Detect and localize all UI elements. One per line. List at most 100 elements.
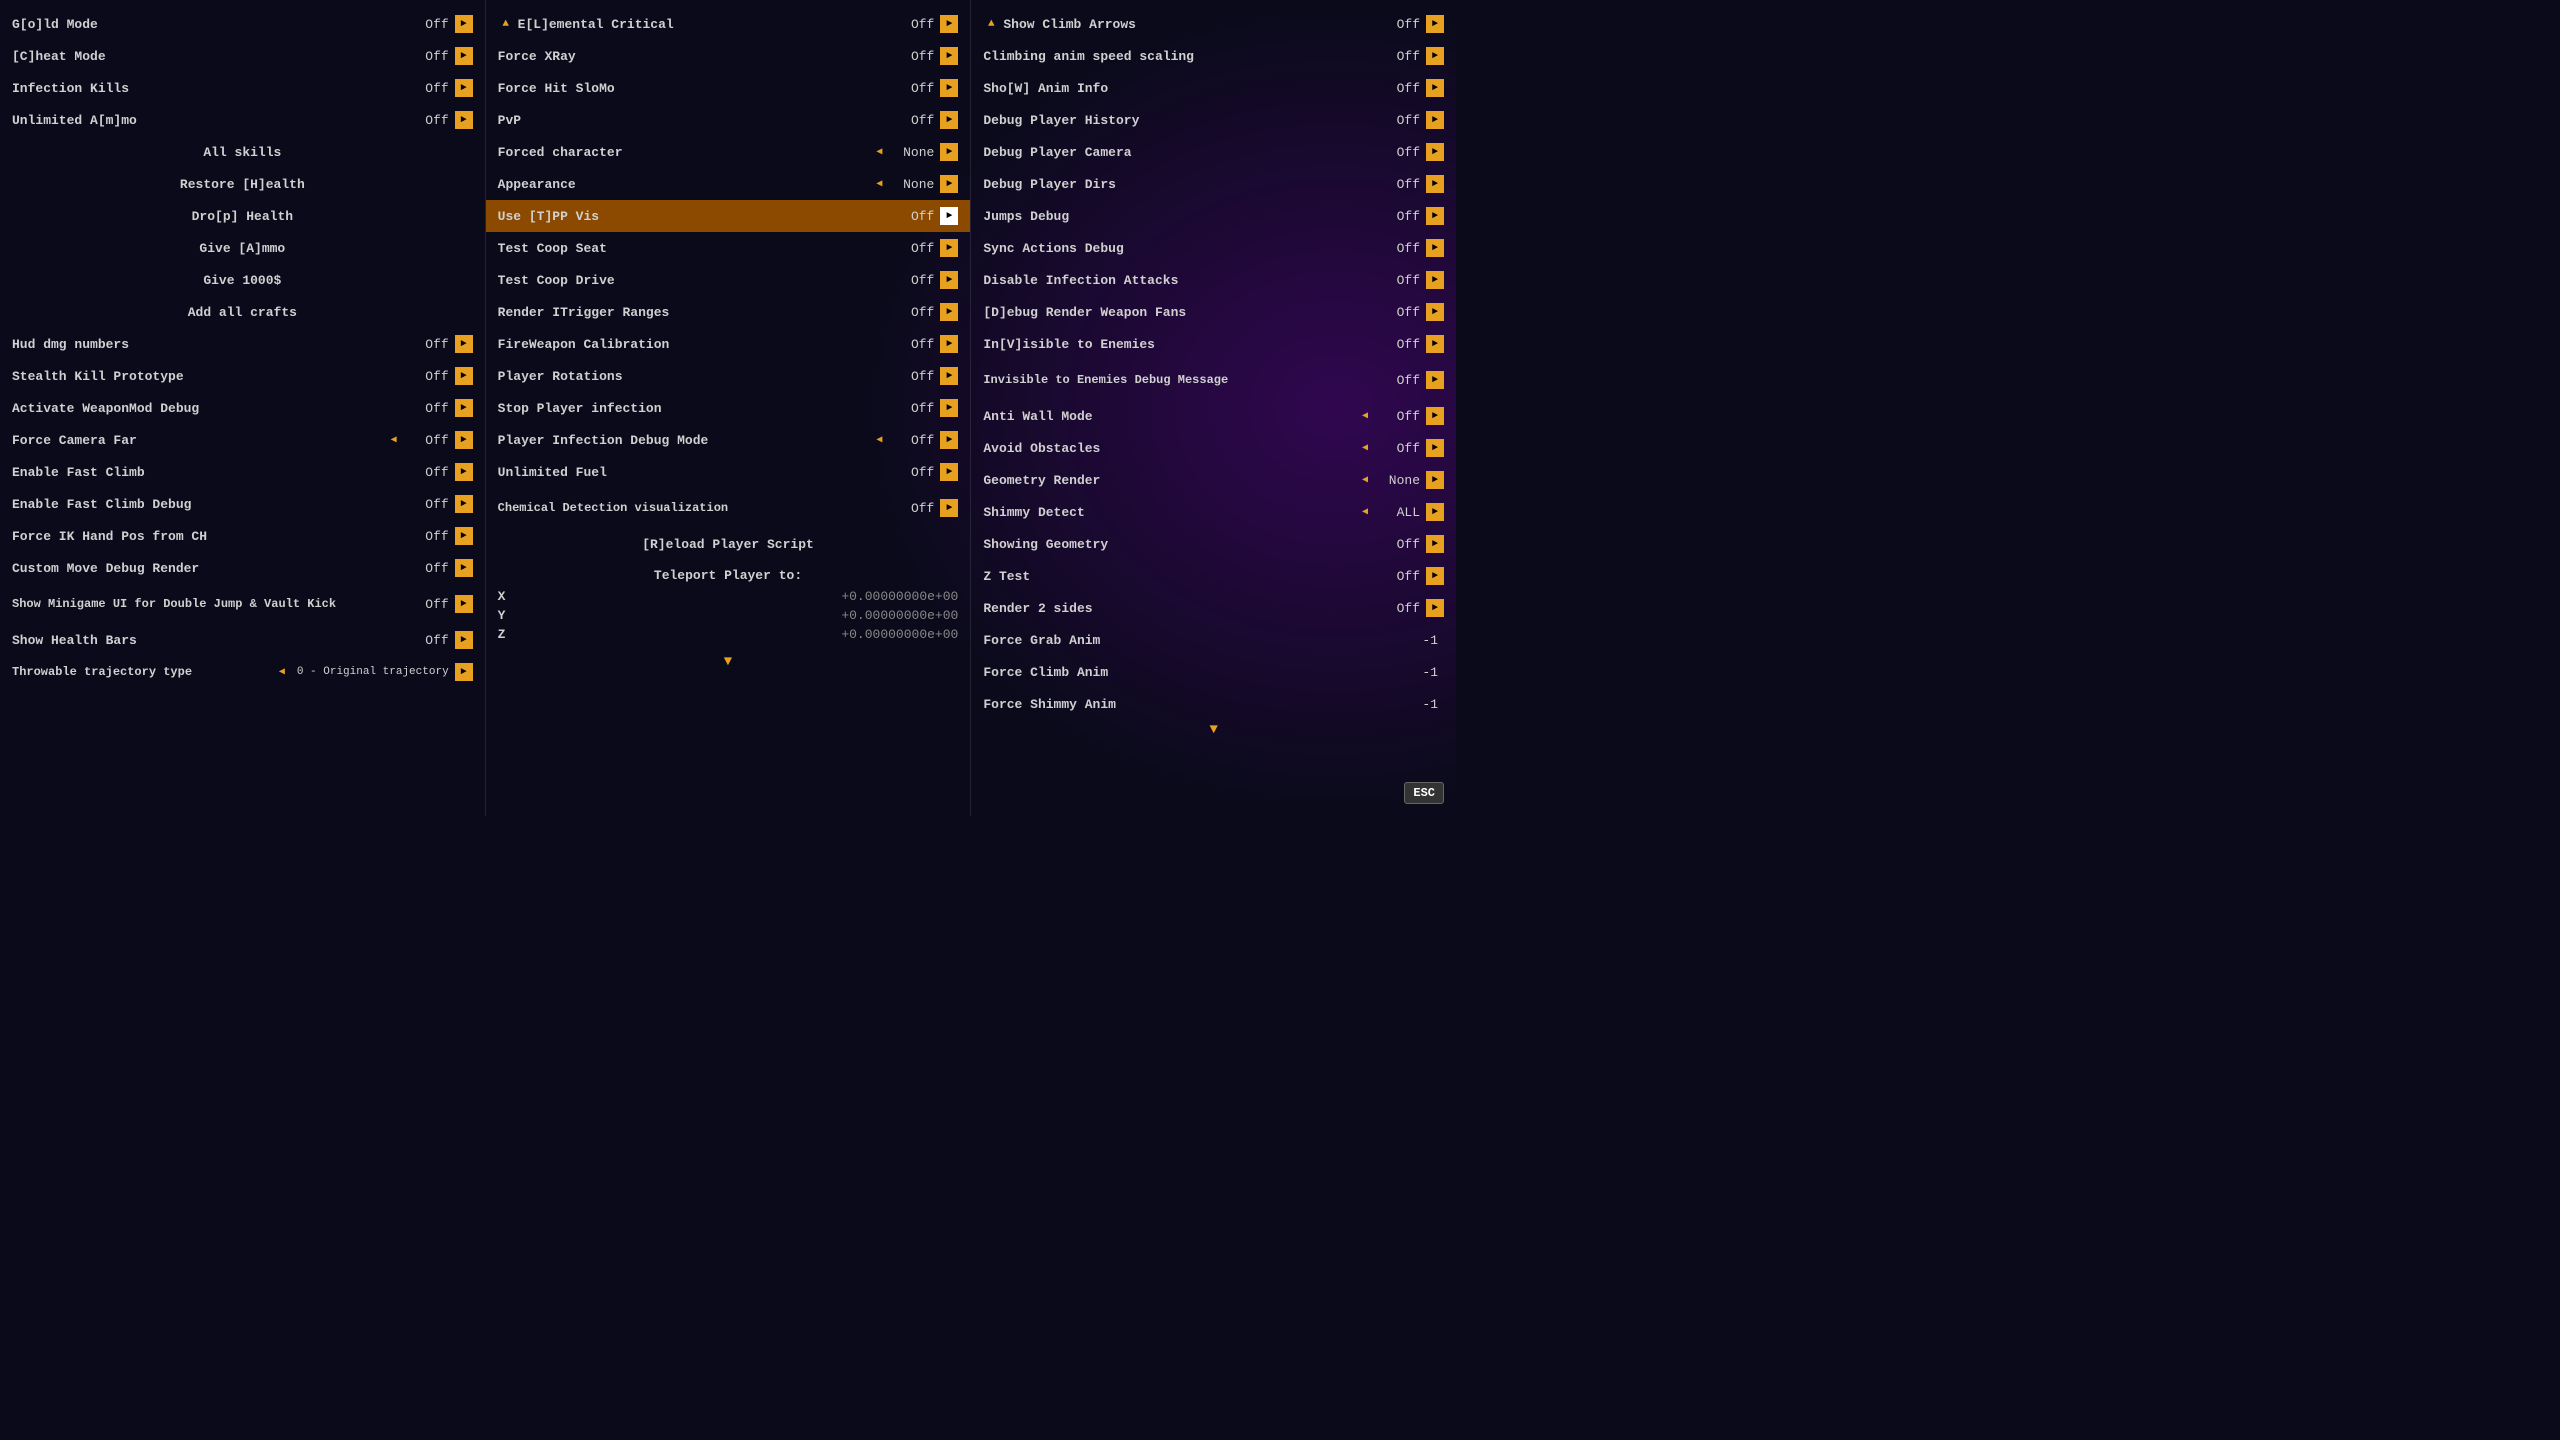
chemical-right[interactable]: ► bbox=[940, 499, 958, 517]
force-hit-slomo-right[interactable]: ► bbox=[940, 79, 958, 97]
item-debug-player-camera[interactable]: Debug Player Camera Off ► bbox=[971, 136, 1456, 168]
sync-actions-right[interactable]: ► bbox=[1426, 239, 1444, 257]
infection-kills-right[interactable]: ► bbox=[455, 79, 473, 97]
unlimited-ammo-right[interactable]: ► bbox=[455, 111, 473, 129]
infection-debug-right[interactable]: ► bbox=[940, 431, 958, 449]
fireweapon-right[interactable]: ► bbox=[940, 335, 958, 353]
pvp-right[interactable]: ► bbox=[940, 111, 958, 129]
throwable-traj-left[interactable]: ◀ bbox=[273, 663, 291, 681]
item-unlimited-fuel[interactable]: Unlimited Fuel Off ► bbox=[486, 456, 971, 488]
debug-camera-right[interactable]: ► bbox=[1426, 143, 1444, 161]
item-render-itrigger[interactable]: Render ITrigger Ranges Off ► bbox=[486, 296, 971, 328]
item-debug-render-weapon[interactable]: [D]ebug Render Weapon Fans Off ► bbox=[971, 296, 1456, 328]
throwable-traj-right[interactable]: ► bbox=[455, 663, 473, 681]
custom-move-right[interactable]: ► bbox=[455, 559, 473, 577]
item-sync-actions-debug[interactable]: Sync Actions Debug Off ► bbox=[971, 232, 1456, 264]
appearance-right[interactable]: ► bbox=[940, 175, 958, 193]
anti-wall-left[interactable]: ◀ bbox=[1356, 407, 1374, 425]
item-show-health-bars[interactable]: Show Health Bars Off ► bbox=[0, 624, 485, 656]
item-infection-debug[interactable]: Player Infection Debug Mode ◀ Off ► bbox=[486, 424, 971, 456]
item-enable-fast-climb[interactable]: Enable Fast Climb Off ► bbox=[0, 456, 485, 488]
item-stop-infection[interactable]: Stop Player infection Off ► bbox=[486, 392, 971, 424]
col3-section-right[interactable]: ► bbox=[1426, 15, 1444, 33]
item-chemical-detection[interactable]: Chemical Detection visualization Off ► bbox=[486, 488, 971, 528]
shimmy-detect-right[interactable]: ► bbox=[1426, 503, 1444, 521]
col3-scroll-down[interactable]: ▼ bbox=[971, 720, 1456, 740]
test-coop-drive-right[interactable]: ► bbox=[940, 271, 958, 289]
item-infection-kills[interactable]: Infection Kills Off ► bbox=[0, 72, 485, 104]
jumps-debug-right[interactable]: ► bbox=[1426, 207, 1444, 225]
item-invisible-enemies[interactable]: In[V]isible to Enemies Off ► bbox=[971, 328, 1456, 360]
item-forced-character[interactable]: Forced character ◀ None ► bbox=[486, 136, 971, 168]
force-camera-right[interactable]: ► bbox=[455, 431, 473, 449]
cheat-mode-right[interactable]: ► bbox=[455, 47, 473, 65]
item-give-ammo[interactable]: Give [A]mmo bbox=[0, 232, 485, 264]
shimmy-detect-left[interactable]: ◀ bbox=[1356, 503, 1374, 521]
debug-history-right[interactable]: ► bbox=[1426, 111, 1444, 129]
item-unlimited-ammo[interactable]: Unlimited A[m]mo Off ► bbox=[0, 104, 485, 136]
item-force-hit-slomo[interactable]: Force Hit SloMo Off ► bbox=[486, 72, 971, 104]
item-appearance[interactable]: Appearance ◀ None ► bbox=[486, 168, 971, 200]
item-show-anim-info[interactable]: Sho[W] Anim Info Off ► bbox=[971, 72, 1456, 104]
teleport-x-row[interactable]: X +0.00000000e+00 bbox=[498, 587, 959, 606]
item-shimmy-detect[interactable]: Shimmy Detect ◀ ALL ► bbox=[971, 496, 1456, 528]
appearance-left[interactable]: ◀ bbox=[870, 175, 888, 193]
stop-infection-right[interactable]: ► bbox=[940, 399, 958, 417]
z-test-right[interactable]: ► bbox=[1426, 567, 1444, 585]
weaponmod-right[interactable]: ► bbox=[455, 399, 473, 417]
anti-wall-right[interactable]: ► bbox=[1426, 407, 1444, 425]
item-pvp[interactable]: PvP Off ► bbox=[486, 104, 971, 136]
disable-infection-right[interactable]: ► bbox=[1426, 271, 1444, 289]
test-coop-seat-right[interactable]: ► bbox=[940, 239, 958, 257]
col2-section-header[interactable]: ▲ E[L]emental Critical Off ► bbox=[486, 8, 971, 40]
col2-section-right[interactable]: ► bbox=[940, 15, 958, 33]
use-tpp-right[interactable]: ► bbox=[940, 207, 958, 225]
show-minigame-right[interactable]: ► bbox=[455, 595, 473, 613]
stealth-kill-right[interactable]: ► bbox=[455, 367, 473, 385]
item-anti-wall-mode[interactable]: Anti Wall Mode ◀ Off ► bbox=[971, 400, 1456, 432]
item-player-rotations[interactable]: Player Rotations Off ► bbox=[486, 360, 971, 392]
show-anim-right[interactable]: ► bbox=[1426, 79, 1444, 97]
item-restore-health[interactable]: Restore [H]ealth bbox=[0, 168, 485, 200]
item-render-2sides[interactable]: Render 2 sides Off ► bbox=[971, 592, 1456, 624]
col3-section-arrow-up[interactable]: ▲ bbox=[983, 16, 999, 32]
item-reload-script[interactable]: [R]eload Player Script bbox=[486, 528, 971, 560]
col3-section-header[interactable]: ▲ Show Climb Arrows Off ► bbox=[971, 8, 1456, 40]
item-fast-climb-debug[interactable]: Enable Fast Climb Debug Off ► bbox=[0, 488, 485, 520]
infection-debug-left[interactable]: ◀ bbox=[870, 431, 888, 449]
forced-character-left[interactable]: ◀ bbox=[870, 143, 888, 161]
item-give-1000[interactable]: Give 1000$ bbox=[0, 264, 485, 296]
invisible-debug-right[interactable]: ► bbox=[1426, 371, 1444, 389]
showing-geo-right[interactable]: ► bbox=[1426, 535, 1444, 553]
geometry-render-right[interactable]: ► bbox=[1426, 471, 1444, 489]
invisible-right[interactable]: ► bbox=[1426, 335, 1444, 353]
col2-scroll-down[interactable]: ▼ bbox=[486, 652, 971, 672]
item-throwable-traj[interactable]: Throwable trajectory type ◀ 0 - Original… bbox=[0, 656, 485, 688]
item-z-test[interactable]: Z Test Off ► bbox=[971, 560, 1456, 592]
item-invisible-debug-msg[interactable]: Invisible to Enemies Debug Message Off ► bbox=[971, 360, 1456, 400]
item-hud-dmg[interactable]: Hud dmg numbers Off ► bbox=[0, 328, 485, 360]
force-ik-right[interactable]: ► bbox=[455, 527, 473, 545]
climb-anim-right[interactable]: ► bbox=[1426, 47, 1444, 65]
item-fireweapon-cal[interactable]: FireWeapon Calibration Off ► bbox=[486, 328, 971, 360]
item-test-coop-drive[interactable]: Test Coop Drive Off ► bbox=[486, 264, 971, 296]
item-geometry-render[interactable]: Geometry Render ◀ None ► bbox=[971, 464, 1456, 496]
item-showing-geometry[interactable]: Showing Geometry Off ► bbox=[971, 528, 1456, 560]
force-camera-left[interactable]: ◀ bbox=[385, 431, 403, 449]
show-health-right[interactable]: ► bbox=[455, 631, 473, 649]
render-2sides-right[interactable]: ► bbox=[1426, 599, 1444, 617]
item-stealth-kill[interactable]: Stealth Kill Prototype Off ► bbox=[0, 360, 485, 392]
item-cheat-mode[interactable]: [C]heat Mode Off ► bbox=[0, 40, 485, 72]
item-gold-mode[interactable]: G[o]ld Mode Off ► bbox=[0, 8, 485, 40]
fast-climb-debug-right[interactable]: ► bbox=[455, 495, 473, 513]
avoid-obstacles-right[interactable]: ► bbox=[1426, 439, 1444, 457]
debug-render-right[interactable]: ► bbox=[1426, 303, 1444, 321]
col2-section-arrow-up[interactable]: ▲ bbox=[498, 16, 514, 32]
item-force-xray[interactable]: Force XRay Off ► bbox=[486, 40, 971, 72]
item-debug-player-history[interactable]: Debug Player History Off ► bbox=[971, 104, 1456, 136]
gold-mode-right[interactable]: ► bbox=[455, 15, 473, 33]
item-force-ik-hand[interactable]: Force IK Hand Pos from CH Off ► bbox=[0, 520, 485, 552]
item-debug-player-dirs[interactable]: Debug Player Dirs Off ► bbox=[971, 168, 1456, 200]
item-weaponmod-debug[interactable]: Activate WeaponMod Debug Off ► bbox=[0, 392, 485, 424]
fast-climb-right[interactable]: ► bbox=[455, 463, 473, 481]
